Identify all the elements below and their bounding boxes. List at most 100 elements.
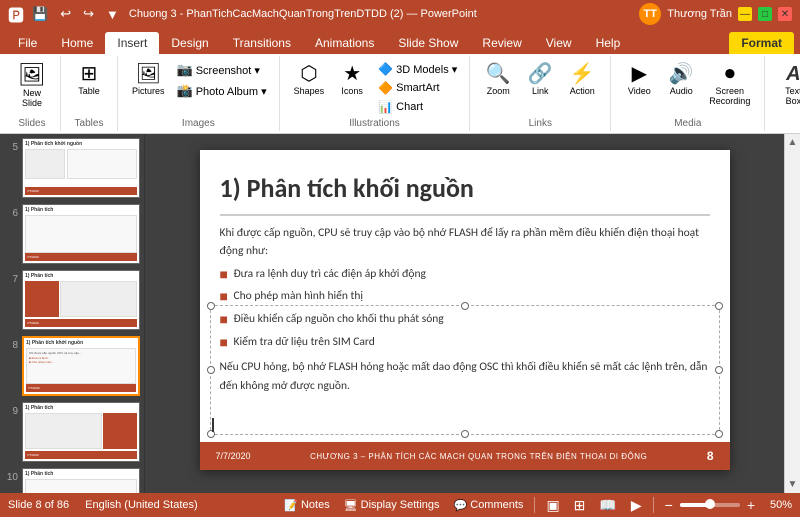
screenshot-button[interactable]: 📷 Screenshot ▾ (173, 60, 271, 80)
zoom-out-button[interactable]: − (662, 495, 676, 515)
tab-design[interactable]: Design (159, 32, 220, 54)
close-button[interactable]: ✕ (778, 7, 792, 21)
redo-button[interactable]: ↪ (79, 4, 98, 24)
slide-preview-5[interactable]: 1) Phân tích khởi nguồn 7/7/2020 (22, 138, 140, 198)
display-settings-button[interactable]: 🖥 Display Settings (341, 497, 443, 514)
shapes-button[interactable]: ⬡ Shapes (288, 60, 331, 100)
action-button[interactable]: ⚡ Action (562, 60, 602, 100)
tab-insert[interactable]: Insert (105, 32, 159, 54)
slide-preview-8[interactable]: 1) Phân tích khởi nguồn Khi được cấp ngu… (22, 336, 140, 396)
audio-label: Audio (670, 86, 693, 96)
tables-group-label: Tables (75, 116, 104, 129)
zoom-level[interactable]: 50% (762, 499, 792, 511)
bullet-marker-1: ■ (220, 265, 230, 285)
zoom-slider[interactable] (680, 503, 740, 507)
action-label: Action (570, 86, 595, 96)
tab-review[interactable]: Review (470, 32, 533, 54)
bullet-text-3: Điều khiển cấp nguồn cho khối thu phát s… (234, 310, 444, 328)
smartart-button[interactable]: 🔶 SmartArt (374, 79, 461, 97)
zoom-in-button[interactable]: + (744, 495, 758, 515)
illustrations-col: 🔷 3D Models ▾ 🔶 SmartArt 📊 Chart (374, 60, 461, 116)
tab-slideshow[interactable]: Slide Show (386, 32, 470, 54)
slide-preview-7[interactable]: 1) Phân tích 7/7/2020 (22, 270, 140, 330)
text-box-button[interactable]: A TextBox (773, 60, 800, 110)
tab-file[interactable]: File (6, 32, 49, 54)
icons-button[interactable]: ★ Icons (332, 60, 372, 100)
handle-bm[interactable] (461, 430, 469, 438)
slide-preview-10[interactable]: 1) Phân tích 7/7/2020 (22, 468, 140, 493)
right-scrollbar[interactable]: ▲ ▼ (784, 134, 800, 493)
new-slide-label: NewSlide (22, 88, 42, 108)
slide-preview-9[interactable]: 1) Phân tích 7/7/2020 (22, 402, 140, 462)
save-button[interactable]: 💾 (28, 4, 52, 24)
tab-home[interactable]: Home (49, 32, 105, 54)
undo-button[interactable]: ↩ (56, 4, 75, 24)
user-avatar[interactable]: TT (639, 3, 661, 25)
normal-view-button[interactable]: ▣ (543, 495, 562, 516)
display-label: Display Settings (361, 499, 440, 511)
bullet-marker-3: ■ (220, 310, 230, 330)
zoom-slider-thumb[interactable] (705, 499, 715, 509)
slide-title[interactable]: 1) Phân tích khối nguồn (200, 150, 730, 214)
photo-album-button[interactable]: 📸 Photo Album ▾ (173, 81, 271, 101)
tab-help[interactable]: Help (584, 32, 633, 54)
slide-thumb-8[interactable]: 8 1) Phân tích khởi nguồn Khi được cấp n… (4, 336, 140, 396)
zoom-button[interactable]: 🔍 Zoom (478, 60, 518, 100)
reading-view-button[interactable]: 📖 (596, 495, 619, 516)
maximize-button[interactable]: □ (758, 7, 772, 21)
display-icon: 🖥 (344, 499, 358, 512)
images-buttons: 🖼 Pictures 📷 Screenshot ▾ 📸 Photo Album … (126, 58, 271, 116)
tab-view[interactable]: View (534, 32, 584, 54)
link-button[interactable]: 🔗 Link (520, 60, 560, 100)
notes-label: Notes (301, 499, 330, 511)
3dmodels-button[interactable]: 🔷 3D Models ▾ (374, 60, 461, 78)
text-cursor (212, 418, 214, 432)
scroll-up-arrow[interactable]: ▲ (785, 134, 800, 151)
tab-format[interactable]: Format (729, 32, 794, 54)
slide-thumb-5[interactable]: 5 1) Phân tích khởi nguồn 7/7/2020 (4, 138, 140, 198)
slide-body[interactable]: Khi được cấp nguồn, CPU sẽ truy cập vào … (200, 216, 730, 407)
ribbon-group-media: ▶ Video 🔊 Audio ⏺ ScreenRecording Media (611, 56, 765, 131)
zoom-icon: 🔍 (486, 64, 511, 84)
customize-qa-button[interactable]: ▼ (102, 5, 123, 24)
slide-thumb-10[interactable]: 10 1) Phân tích 7/7/2020 (4, 468, 140, 493)
slide-panel[interactable]: 5 1) Phân tích khởi nguồn 7/7/2020 6 (0, 134, 145, 493)
slide-thumb-6[interactable]: 6 1) Phân tích 7/7/2020 (4, 204, 140, 264)
comments-label: Comments (470, 499, 523, 511)
new-slide-button[interactable]: 🖼 NewSlide (12, 60, 52, 112)
images-col: 📷 Screenshot ▾ 📸 Photo Album ▾ (173, 60, 271, 101)
slide-sorter-button[interactable]: ⊞ (571, 495, 589, 516)
minimize-button[interactable]: — (738, 7, 752, 21)
text-box-icon: A (786, 64, 800, 84)
tab-transitions[interactable]: Transitions (221, 32, 303, 54)
slides-group-label: Slides (18, 116, 45, 129)
screen-recording-icon: ⏺ (725, 64, 735, 84)
scroll-down-arrow[interactable]: ▼ (785, 476, 800, 493)
smartart-icon: 🔶 (378, 81, 393, 95)
shapes-icon: ⬡ (300, 64, 317, 84)
ribbon-group-tables: ⊞ Table Tables (61, 56, 118, 131)
ribbon-tabs-right: Format (729, 32, 794, 54)
notes-button[interactable]: 📝 Notes (281, 497, 332, 514)
screen-recording-button[interactable]: ⏺ ScreenRecording (703, 60, 756, 110)
pictures-label: Pictures (132, 86, 165, 96)
tab-animations[interactable]: Animations (303, 32, 386, 54)
title-bar: 🅿 💾 ↩ ↪ ▼ Chuong 3 - PhanTichCacMachQuan… (0, 0, 800, 28)
audio-button[interactable]: 🔊 Audio (661, 60, 701, 100)
pictures-button[interactable]: 🖼 Pictures (126, 60, 171, 100)
comments-button[interactable]: 💬 Comments (451, 497, 527, 514)
slideshow-button[interactable]: ▶ (628, 495, 645, 516)
chart-button[interactable]: 📊 Chart (374, 98, 461, 116)
ribbon-group-slides: 🖼 NewSlide Slides (4, 56, 61, 131)
editing-area[interactable]: 1) Phân tích khối nguồn Khi được cấp ngu… (145, 134, 784, 493)
slide-thumb-7[interactable]: 7 1) Phân tích 7/7/2020 (4, 270, 140, 330)
table-button[interactable]: ⊞ Table (69, 60, 109, 100)
slide-intro: Khi được cấp nguồn, CPU sẽ truy cập vào … (220, 224, 710, 261)
video-icon: ▶ (632, 64, 647, 84)
video-button[interactable]: ▶ Video (619, 60, 659, 100)
chart-icon: 📊 (378, 100, 393, 114)
slide-thumb-9[interactable]: 9 1) Phân tích 7/7/2020 (4, 402, 140, 462)
handle-br[interactable] (715, 430, 723, 438)
slide-preview-6[interactable]: 1) Phân tích 7/7/2020 (22, 204, 140, 264)
icons-label: Icons (341, 86, 363, 96)
